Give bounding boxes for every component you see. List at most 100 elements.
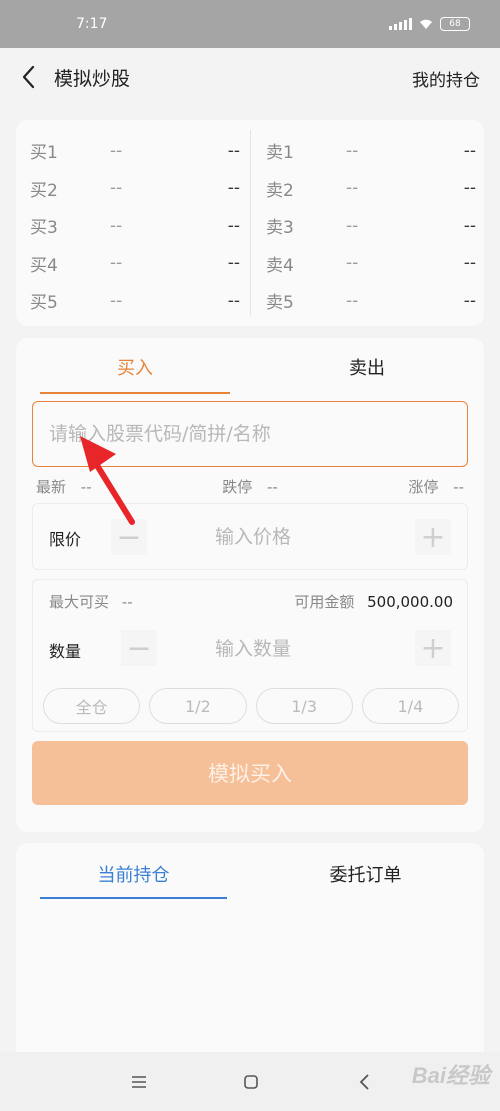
home-icon[interactable] (236, 1068, 266, 1096)
max-buy-label: 最大可买 (49, 593, 110, 611)
my-positions-link[interactable]: 我的持仓 (412, 66, 480, 91)
tab-current-positions[interactable]: 当前持仓 (40, 861, 227, 899)
price-minus-button[interactable]: − (111, 519, 147, 555)
ask-volume: -- (463, 253, 476, 274)
bid-row: 买2 -- -- (30, 170, 240, 208)
back-icon[interactable] (350, 1068, 380, 1096)
bid-volume: -- (227, 178, 240, 199)
ask-volume: -- (463, 140, 476, 161)
fraction-half-button[interactable]: 1/2 (149, 688, 247, 724)
ask-label: 卖5 (266, 293, 294, 314)
battery-icon: 68 (440, 17, 470, 31)
bid-volume: -- (227, 215, 240, 236)
order-book: 买1 -- -- 买2 -- -- 买3 -- -- 买4 -- -- 买5 -… (16, 120, 484, 326)
bid-price: -- (110, 140, 123, 161)
status-time: 7:17 (76, 16, 108, 32)
order-book-divider (250, 130, 251, 316)
page-title: 模拟炒股 (54, 68, 131, 90)
ask-row: 卖4 -- -- (266, 245, 476, 283)
ask-volume: -- (463, 290, 476, 311)
latest-price: 最新 -- (36, 476, 92, 496)
quantity-section: 最大可买 -- 可用金额 500,000.00 数量 − + 全仓 1/2 1/… (32, 579, 468, 732)
fraction-third-button[interactable]: 1/3 (255, 688, 353, 724)
max-buy-value: -- (121, 593, 133, 611)
position-fraction-buttons: 全仓 1/2 1/3 1/4 (43, 688, 459, 724)
bid-label: 买1 (30, 143, 58, 164)
bid-label: 买4 (30, 255, 58, 276)
ask-row: 卖2 -- -- (266, 170, 476, 208)
trade-tabs: 买入 卖出 (16, 352, 484, 394)
bid-column: 买1 -- -- 买2 -- -- 买3 -- -- 买4 -- -- 买5 -… (30, 132, 240, 320)
bid-price: -- (110, 215, 123, 236)
limit-down: 跌停 -- (222, 476, 278, 496)
tab-buy[interactable]: 买入 (40, 352, 230, 394)
ask-label: 卖4 (266, 255, 294, 276)
ask-row: 卖5 -- -- (266, 282, 476, 320)
fraction-full-button[interactable]: 全仓 (43, 688, 141, 724)
bid-label: 买3 (30, 218, 58, 239)
bid-volume: -- (227, 290, 240, 311)
ask-price: -- (346, 290, 359, 311)
ask-label: 卖1 (266, 143, 294, 164)
latest-value: -- (80, 478, 92, 496)
limit-up-label: 涨停 (408, 478, 439, 496)
limit-up-value: -- (453, 478, 464, 496)
available-funds: 可用金额 500,000.00 (294, 591, 453, 612)
stock-search-box (32, 401, 468, 467)
back-chevron-icon (22, 65, 35, 89)
tab-sell[interactable]: 卖出 (272, 352, 462, 394)
ask-label: 卖2 (266, 180, 294, 201)
status-icons: 68 (389, 17, 470, 31)
max-buy: 最大可买 -- (49, 593, 133, 611)
bid-volume: -- (227, 140, 240, 161)
bid-row: 买5 -- -- (30, 282, 240, 320)
bid-price: -- (110, 290, 123, 311)
quantity-plus-button[interactable]: + (415, 630, 451, 666)
quantity-input[interactable] (173, 634, 333, 664)
positions-panel: 当前持仓 委托订单 (16, 843, 484, 1073)
ask-column: 卖1 -- -- 卖2 -- -- 卖3 -- -- 卖4 -- -- 卖5 -… (266, 132, 476, 320)
ask-volume: -- (463, 178, 476, 199)
price-label: 限价 (49, 530, 82, 549)
ask-volume: -- (463, 215, 476, 236)
ask-price: -- (346, 178, 359, 199)
available-value: 500,000.00 (367, 593, 453, 611)
price-plus-button[interactable]: + (415, 519, 451, 555)
bid-price: -- (110, 178, 123, 199)
ask-label: 卖3 (266, 218, 294, 239)
bid-row: 买1 -- -- (30, 132, 240, 170)
ask-row: 卖3 -- -- (266, 207, 476, 245)
quote-row: 最新 -- 跌停 -- 涨停 -- (36, 476, 464, 496)
price-stepper: 限价 − + (32, 503, 468, 570)
simulate-buy-button[interactable]: 模拟买入 (32, 741, 468, 805)
battery-level: 68 (449, 19, 461, 29)
status-bar: 7:17 68 (0, 0, 500, 48)
bid-row: 买3 -- -- (30, 207, 240, 245)
price-input[interactable] (173, 522, 333, 552)
limit-down-label: 跌停 (222, 478, 253, 496)
latest-label: 最新 (36, 478, 67, 496)
limit-down-value: -- (266, 478, 278, 496)
bid-row: 买4 -- -- (30, 245, 240, 283)
quantity-minus-button[interactable]: − (121, 630, 157, 666)
trade-panel: 买入 卖出 最新 -- 跌停 -- 涨停 -- 限价 − + 最大可买 -- (16, 338, 484, 832)
app-header: 模拟炒股 我的持仓 (0, 48, 500, 106)
stock-search-input[interactable] (33, 402, 467, 466)
menu-icon[interactable] (124, 1068, 154, 1096)
signal-icon (389, 18, 412, 30)
ask-row: 卖1 -- -- (266, 132, 476, 170)
quantity-label: 数量 (49, 642, 82, 661)
bid-label: 买2 (30, 180, 58, 201)
available-label: 可用金额 (294, 593, 355, 611)
ask-price: -- (346, 253, 359, 274)
back-button[interactable] (16, 64, 40, 90)
limit-up: 涨停 -- (408, 476, 464, 496)
ask-price: -- (346, 215, 359, 236)
bid-label: 买5 (30, 293, 58, 314)
ask-price: -- (346, 140, 359, 161)
quantity-info: 最大可买 -- 可用金额 500,000.00 (49, 591, 453, 612)
wifi-icon (420, 19, 432, 29)
fraction-quarter-button[interactable]: 1/4 (361, 688, 459, 724)
tab-orders[interactable]: 委托订单 (272, 861, 459, 899)
bid-price: -- (110, 253, 123, 274)
